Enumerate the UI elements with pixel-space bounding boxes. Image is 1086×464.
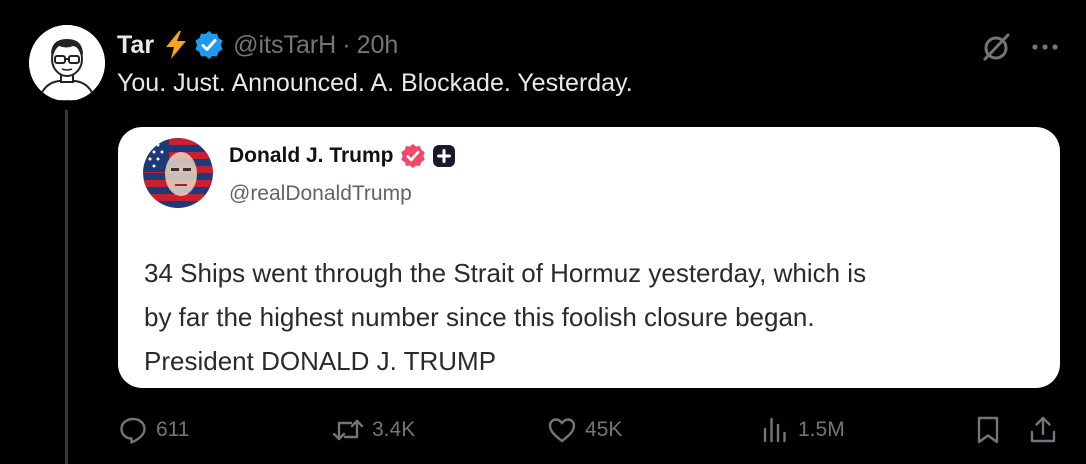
repost-count: 3.4K <box>372 418 416 441</box>
repost-button[interactable]: 3.4K <box>332 408 415 452</box>
quoted-author-handle[interactable]: @realDonaldTrump <box>229 182 412 206</box>
tweet-text: You. Just. Announced. A. Blockade. Yeste… <box>117 69 633 97</box>
cartoon-avatar-icon <box>29 25 105 101</box>
author-display-name[interactable]: Tar <box>117 31 154 60</box>
reply-count: 611 <box>156 418 190 441</box>
views-button[interactable]: 1.5M <box>760 408 845 452</box>
author-handle[interactable]: @itsTarH <box>233 31 336 60</box>
quoted-post-card[interactable]: Donald J. Trump @realDonaldTrump 34 Ship… <box>118 127 1060 388</box>
verified-badge-icon[interactable] <box>194 30 224 60</box>
lightning-bolt-icon <box>160 29 192 61</box>
grok-icon[interactable] <box>980 31 1012 63</box>
bookmark-button[interactable] <box>974 408 1002 452</box>
quoted-post-line: 34 Ships went through the Strait of Horm… <box>144 258 867 288</box>
like-count: 45K <box>585 418 623 441</box>
plus-badge-icon <box>432 144 456 168</box>
reply-button[interactable]: 611 <box>118 408 189 452</box>
bookmark-icon <box>974 415 1002 445</box>
reply-icon <box>118 415 148 445</box>
quoted-post-line: by far the highest number since this foo… <box>144 302 815 332</box>
share-button[interactable] <box>1028 408 1058 452</box>
repost-icon <box>332 415 364 445</box>
tweet-timestamp[interactable]: 20h <box>357 31 399 60</box>
author-avatar[interactable] <box>29 25 105 101</box>
heart-icon <box>547 415 577 445</box>
flag-portrait-icon <box>143 138 213 208</box>
separator-dot: · <box>342 30 351 59</box>
views-icon <box>760 415 790 445</box>
quoted-author-avatar[interactable] <box>143 138 213 208</box>
verified-badge-icon <box>400 143 426 169</box>
more-icon[interactable] <box>1030 33 1060 61</box>
quoted-author-name[interactable]: Donald J. Trump <box>229 144 394 168</box>
action-bar: 611 3.4K 45K 1.5M <box>0 408 1086 452</box>
quoted-post-line: President DONALD J. TRUMP <box>144 346 497 376</box>
tweet-header: Tar @itsTarH · 20h <box>117 26 398 64</box>
quoted-post-body: 34 Ships went through the Strait of Horm… <box>144 251 1044 383</box>
share-icon <box>1028 415 1058 445</box>
like-button[interactable]: 45K <box>547 408 622 452</box>
quoted-author-row: Donald J. Trump <box>229 143 456 169</box>
views-count: 1.5M <box>798 418 845 441</box>
